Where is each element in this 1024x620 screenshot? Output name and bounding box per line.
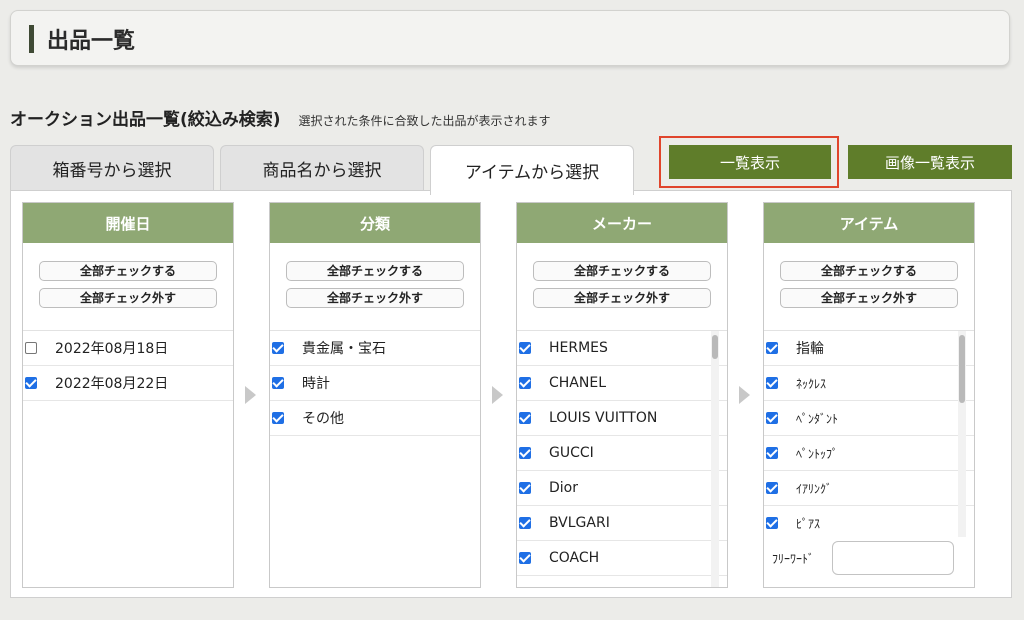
scrollbar-thumb[interactable]: [959, 335, 965, 403]
freeword-input[interactable]: [832, 541, 954, 575]
item-uncheck-all-button[interactable]: 全部チェック外す: [780, 288, 958, 308]
chevron-right-icon: [245, 386, 256, 404]
item-scrollbar[interactable]: [958, 331, 966, 537]
date-column: 開催日 全部チェックする 全部チェック外す 2022年08月18日 2022年0…: [22, 202, 234, 588]
item-list: 指輪 ﾈｯｸﾚｽ ﾍﾟﾝﾀﾞﾝﾄ ﾍﾟﾝﾄｯﾌﾟ ｲｱﾘﾝｸﾞ ﾋﾟｱｽ: [764, 331, 974, 537]
category-column-header: 分類: [270, 203, 480, 243]
checkbox[interactable]: [519, 587, 531, 588]
section-description: 選択された条件に合致した出品が表示されます: [298, 114, 551, 128]
list-item-label: ﾈｯｸﾚｽ: [796, 376, 827, 391]
checkbox[interactable]: [272, 412, 284, 424]
title-bar: 出品一覧: [10, 10, 1010, 66]
title-accent: [29, 25, 34, 53]
checkbox[interactable]: [519, 342, 531, 354]
list-item[interactable]: CHANEL: [517, 366, 727, 401]
checkbox[interactable]: [25, 377, 37, 389]
date-check-all-button[interactable]: 全部チェックする: [39, 261, 217, 281]
checkbox[interactable]: [519, 412, 531, 424]
category-uncheck-all-button[interactable]: 全部チェック外す: [286, 288, 464, 308]
maker-list: HERMES CHANEL LOUIS VUITTON GUCCI Dior B…: [517, 331, 727, 588]
list-item[interactable]: LOUIS VUITTON: [517, 401, 727, 436]
maker-column: メーカー 全部チェックする 全部チェック外す HERMES CHANEL LOU…: [516, 202, 728, 588]
date-uncheck-all-button[interactable]: 全部チェック外す: [39, 288, 217, 308]
list-item-label: ﾍﾟﾝﾀﾞﾝﾄ: [796, 411, 839, 426]
maker-scrollbar[interactable]: [711, 331, 719, 587]
list-item[interactable]: ﾈｯｸﾚｽ: [764, 366, 974, 401]
list-item[interactable]: 2022年08月22日: [23, 366, 233, 401]
category-check-all-button[interactable]: 全部チェックする: [286, 261, 464, 281]
list-item[interactable]: ﾍﾟﾝﾄｯﾌﾟ: [764, 436, 974, 471]
checkbox[interactable]: [766, 482, 778, 494]
list-item[interactable]: HERMES: [517, 331, 727, 366]
image-list-view-button[interactable]: 画像一覧表示: [848, 145, 1012, 179]
list-item-label: 2022年08月22日: [55, 376, 169, 392]
maker-uncheck-all-button[interactable]: 全部チェック外す: [533, 288, 711, 308]
list-item[interactable]: 貴金属・宝石: [270, 331, 480, 366]
list-item[interactable]: BVLGARI: [517, 506, 727, 541]
list-item-label: Dior: [549, 480, 578, 496]
item-column: アイテム 全部チェックする 全部チェック外す 指輪 ﾈｯｸﾚｽ ﾍﾟﾝﾀﾞﾝﾄ …: [763, 202, 975, 588]
checkbox[interactable]: [272, 342, 284, 354]
tab-item[interactable]: アイテムから選択: [430, 145, 634, 195]
list-item-label: HERMES: [549, 340, 608, 356]
item-check-all-button[interactable]: 全部チェックする: [780, 261, 958, 281]
list-item-partial[interactable]: [517, 576, 727, 588]
tab-product-name[interactable]: 商品名から選択: [220, 145, 424, 191]
list-item[interactable]: ﾍﾟﾝﾀﾞﾝﾄ: [764, 401, 974, 436]
list-item[interactable]: GUCCI: [517, 436, 727, 471]
category-list: 貴金属・宝石 時計 その他: [270, 331, 480, 436]
list-item-label: 貴金属・宝石: [302, 341, 386, 357]
scrollbar-thumb[interactable]: [712, 335, 718, 359]
page-title: 出品一覧: [47, 29, 136, 54]
list-item-label: BVLGARI: [549, 515, 610, 531]
list-item[interactable]: 指輪: [764, 331, 974, 366]
list-item[interactable]: 時計: [270, 366, 480, 401]
checkbox[interactable]: [519, 517, 531, 529]
checkbox[interactable]: [519, 377, 531, 389]
list-item[interactable]: 2022年08月18日: [23, 331, 233, 366]
chevron-right-icon: [492, 386, 503, 404]
checkbox[interactable]: [766, 342, 778, 354]
list-item-label: LOUIS VUITTON: [549, 410, 658, 426]
list-item-label: 時計: [302, 376, 330, 392]
category-column: 分類 全部チェックする 全部チェック外す 貴金属・宝石 時計 その他: [269, 202, 481, 588]
list-item[interactable]: ﾋﾟｱｽ: [764, 506, 974, 537]
maker-column-header: メーカー: [517, 203, 727, 243]
checkbox[interactable]: [766, 412, 778, 424]
freeword-label: ﾌﾘｰﾜｰﾄﾞ: [772, 551, 815, 566]
checkbox[interactable]: [519, 482, 531, 494]
section-header: オークション出品一覧(絞込み検索) 選択された条件に合致した出品が表示されます: [10, 105, 551, 130]
date-column-header: 開催日: [23, 203, 233, 243]
list-item[interactable]: Dior: [517, 471, 727, 506]
checkbox[interactable]: [519, 552, 531, 564]
checkbox[interactable]: [519, 447, 531, 459]
checkbox[interactable]: [25, 342, 37, 354]
checkbox[interactable]: [766, 377, 778, 389]
list-item-label: COACH: [549, 550, 600, 566]
item-column-header: アイテム: [764, 203, 974, 243]
list-item[interactable]: ｲｱﾘﾝｸﾞ: [764, 471, 974, 506]
highlight-frame: [659, 136, 839, 188]
list-item-label: GUCCI: [549, 445, 594, 461]
list-item-label: 2022年08月18日: [55, 341, 169, 357]
checkbox[interactable]: [766, 447, 778, 459]
chevron-right-icon: [739, 386, 750, 404]
list-item-label: ｲｱﾘﾝｸﾞ: [796, 481, 833, 496]
list-item[interactable]: その他: [270, 401, 480, 436]
checkbox[interactable]: [272, 377, 284, 389]
tab-box-number[interactable]: 箱番号から選択: [10, 145, 214, 191]
list-item[interactable]: COACH: [517, 541, 727, 576]
section-heading: オークション出品一覧(絞込み検索): [10, 110, 281, 130]
list-item-label: ﾍﾟﾝﾄｯﾌﾟ: [796, 446, 839, 461]
list-item-label: CHANEL: [549, 375, 606, 391]
date-list: 2022年08月18日 2022年08月22日: [23, 331, 233, 401]
list-item-label: 指輪: [796, 341, 824, 357]
freeword-field: ﾌﾘｰﾜｰﾄﾞ: [772, 541, 954, 575]
maker-check-all-button[interactable]: 全部チェックする: [533, 261, 711, 281]
list-item-label: その他: [302, 411, 344, 427]
checkbox[interactable]: [766, 517, 778, 529]
list-item-label: ﾋﾟｱｽ: [796, 516, 821, 531]
